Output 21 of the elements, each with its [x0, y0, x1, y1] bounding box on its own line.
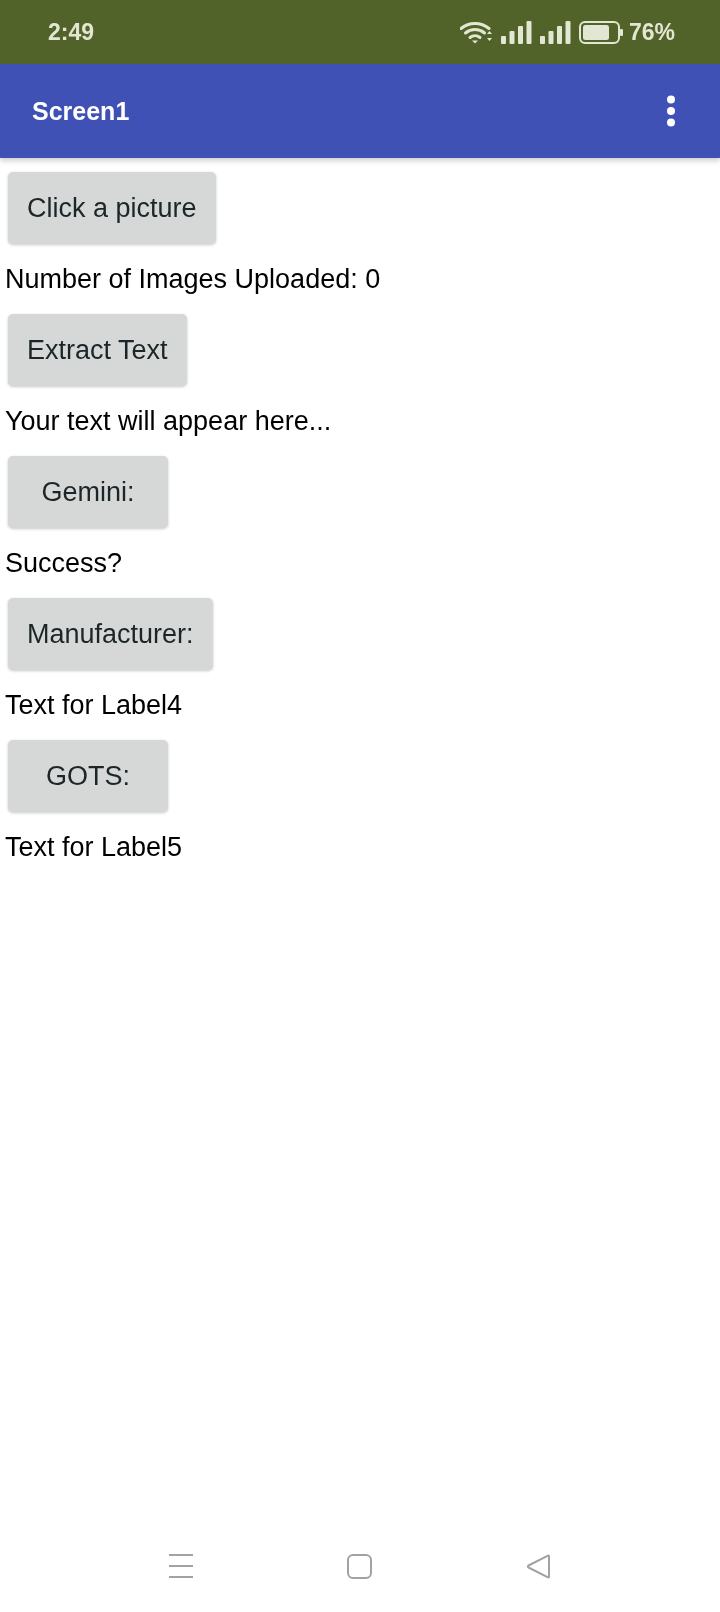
signal-icon	[539, 20, 571, 44]
battery-icon	[578, 20, 623, 44]
text-label: Text for Label4	[5, 689, 183, 722]
more-options-icon[interactable]	[666, 95, 676, 127]
action-button[interactable]: GOTS:	[8, 740, 168, 812]
home-icon[interactable]	[347, 1553, 372, 1579]
action-button[interactable]: Extract Text	[8, 314, 187, 386]
status-time: 2:49	[48, 18, 95, 46]
screen-title: Screen1	[32, 96, 130, 126]
signal-icon	[500, 20, 532, 44]
back-icon[interactable]	[526, 1553, 551, 1579]
action-button[interactable]: Manufacturer:	[8, 598, 213, 670]
text-label: Success?	[5, 547, 123, 580]
text-label: Text for Label5	[5, 831, 183, 864]
menu-icon[interactable]	[169, 1554, 193, 1578]
wifi-icon	[459, 20, 493, 44]
battery-percentage: 76%	[628, 18, 675, 46]
text-label: Number of Images Uploaded: 0	[5, 263, 381, 296]
action-button[interactable]: Gemini:	[8, 456, 168, 528]
text-label: Your text will appear here...	[5, 405, 332, 438]
action-button[interactable]: Click a picture	[8, 172, 216, 244]
